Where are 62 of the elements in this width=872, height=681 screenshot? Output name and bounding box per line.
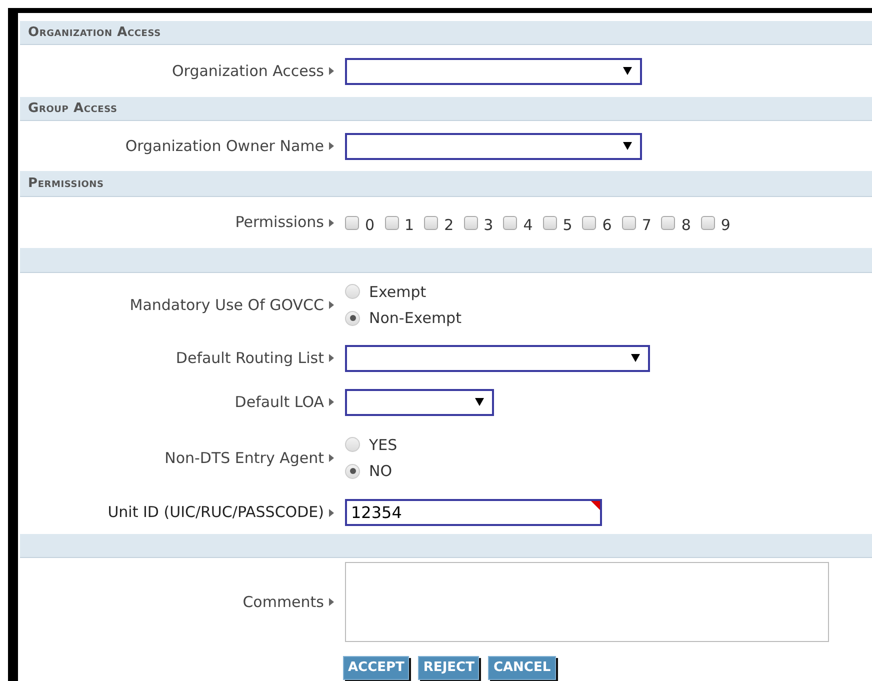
radio-label: Exempt	[369, 282, 426, 302]
caret-icon	[329, 508, 334, 516]
dropdown-arrow-icon	[623, 67, 632, 75]
dropdown[interactable]	[345, 344, 650, 372]
caret-icon	[329, 598, 334, 606]
checkbox[interactable]	[582, 216, 596, 230]
checkbox[interactable]	[384, 216, 399, 230]
caret-icon	[329, 354, 334, 362]
dropdown-arrow-icon	[475, 398, 484, 406]
checkbox-label: 0	[365, 215, 375, 236]
field-label: Organization Owner Name	[125, 136, 324, 157]
checkbox-label: 6	[602, 215, 612, 236]
section-title: Permissions	[28, 174, 104, 193]
checkbox[interactable]	[661, 216, 676, 230]
caret-icon	[329, 398, 334, 406]
dropdown-arrow-icon	[631, 354, 640, 362]
section-title: Group Access	[28, 100, 118, 118]
checkbox-label: 5	[562, 215, 572, 236]
section-title: Organization Access	[28, 24, 161, 42]
radio-button[interactable]	[345, 437, 360, 452]
action-button[interactable]: ACCEPT	[343, 656, 410, 680]
checkbox[interactable]	[424, 216, 438, 230]
checkbox-label: 7	[642, 215, 652, 236]
field-label: Comments	[242, 592, 324, 613]
radio-label: Non-Exempt	[369, 308, 462, 329]
caret-icon	[329, 301, 334, 309]
caret-icon	[329, 67, 334, 75]
action-button[interactable]: CANCEL	[488, 656, 556, 680]
field-label: Non-DTS Entry Agent	[164, 448, 324, 469]
comments-field[interactable]	[345, 562, 829, 642]
checkbox[interactable]	[345, 216, 359, 230]
dropdown[interactable]	[345, 388, 494, 416]
checkbox[interactable]	[622, 216, 636, 230]
field-label: Unit ID (UIC/RUC/PASSCODE)	[108, 502, 324, 524]
field-label: Mandatory Use Of GOVCC	[130, 294, 324, 316]
checkbox[interactable]	[464, 216, 478, 230]
caret-icon	[329, 454, 334, 462]
dropdown-arrow-icon	[623, 142, 632, 150]
checkbox-label: 9	[720, 215, 730, 236]
caret-icon	[329, 142, 334, 150]
radio-button[interactable]	[345, 464, 360, 479]
radio-label: NO	[369, 461, 392, 482]
field-label: Default LOA	[234, 392, 324, 413]
checkbox-label: 1	[404, 215, 414, 236]
dropdown[interactable]	[345, 132, 642, 160]
checkbox[interactable]	[542, 216, 557, 230]
checkbox[interactable]	[503, 216, 518, 230]
action-button[interactable]: REJECT	[418, 656, 480, 680]
radio-label: YES	[369, 434, 398, 456]
caret-icon	[329, 218, 334, 226]
dropdown[interactable]	[345, 58, 642, 84]
field-label: Default Routing List	[176, 348, 324, 369]
radio-button[interactable]	[345, 310, 360, 326]
checkbox-label: 2	[444, 215, 454, 236]
checkbox[interactable]	[700, 216, 715, 230]
field-label: Permissions	[235, 212, 324, 234]
checkbox-label: 3	[484, 215, 494, 236]
text-field[interactable]: 12354	[345, 499, 602, 526]
field-label: Organization Access	[172, 60, 324, 82]
checkbox-label: 4	[523, 215, 533, 236]
checkbox-label: 8	[681, 215, 691, 236]
radio-button[interactable]	[345, 284, 360, 300]
